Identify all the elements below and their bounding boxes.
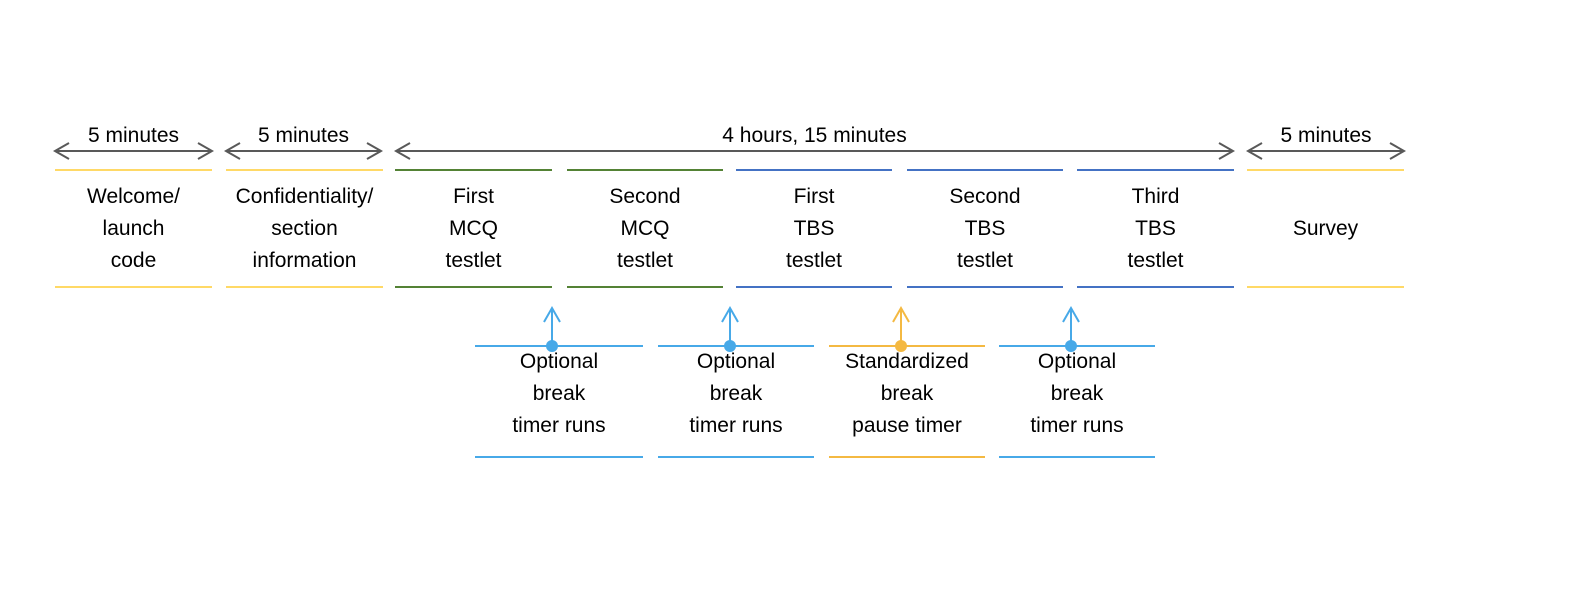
duration-label: 5 minutes <box>257 124 350 147</box>
break-label: Optional break timer runs <box>1030 350 1124 437</box>
section-label: Confidentiality/ section information <box>235 184 374 272</box>
break-label: Optional break timer runs <box>689 350 783 437</box>
section-label: First MCQ testlet <box>445 184 502 272</box>
exam-timeline-diagram <box>52 142 1407 458</box>
break-label: Optional break timer runs <box>512 350 606 437</box>
duration-label: 5 minutes <box>1280 124 1372 147</box>
section-label: Second MCQ testlet <box>609 184 681 272</box>
duration-label: 4 hours, 15 minutes <box>722 124 907 147</box>
duration-label: 5 minutes <box>87 124 180 147</box>
section-label: Survey <box>1292 216 1359 240</box>
section-label: Third TBS testlet <box>1127 184 1184 272</box>
break-label: Standardized break pause timer <box>845 350 969 437</box>
section-label: Second TBS testlet <box>949 184 1021 272</box>
section-label: First TBS testlet <box>785 184 843 272</box>
section-label: Welcome/ launch code <box>87 184 180 272</box>
